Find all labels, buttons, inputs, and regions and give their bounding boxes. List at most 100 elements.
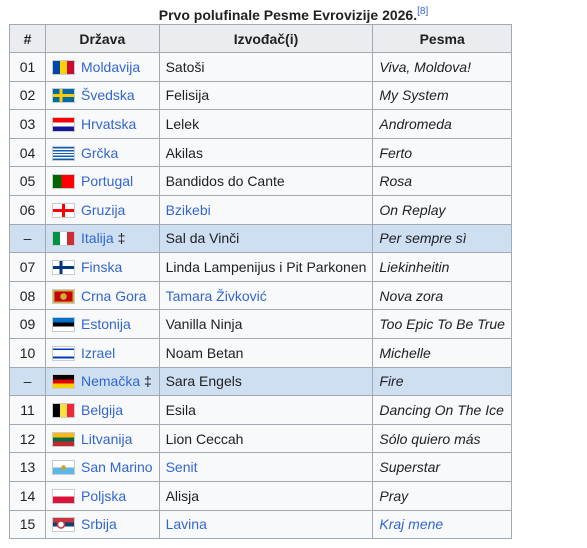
country-link[interactable]: Švedska bbox=[81, 87, 135, 103]
country-cell: Belgija bbox=[45, 395, 160, 425]
country-link[interactable]: Grčka bbox=[81, 145, 118, 161]
header-country[interactable]: Država bbox=[45, 24, 160, 53]
row-number: 03 bbox=[9, 109, 46, 139]
song-cell: Kraj mene bbox=[372, 509, 512, 540]
country-link[interactable]: Moldavija bbox=[81, 59, 140, 75]
autoqualifier-marker: ‡ bbox=[144, 373, 152, 390]
country-link[interactable]: Estonija bbox=[81, 316, 131, 332]
header-artist[interactable]: Izvođač(i) bbox=[158, 24, 374, 53]
row-number: 05 bbox=[9, 166, 46, 196]
croatia-flag-icon[interactable] bbox=[52, 116, 75, 132]
country-link[interactable]: Hrvatska bbox=[81, 116, 136, 132]
country-cell: Portugal bbox=[45, 166, 160, 196]
table-row: 01 Moldavija Satoši Viva, Moldova! bbox=[9, 52, 512, 82]
artist-cell: Vanilla Ninja bbox=[158, 309, 374, 339]
italy-flag-icon[interactable] bbox=[52, 231, 75, 247]
portugal-flag-icon[interactable] bbox=[52, 174, 75, 190]
table-row: – Nemačka ‡ Sara Engels Fire bbox=[9, 366, 512, 397]
artist-cell: Tamara Živković bbox=[158, 280, 374, 311]
reference-link[interactable]: [8] bbox=[417, 6, 428, 17]
country-cell: Švedska bbox=[45, 80, 160, 111]
header-num[interactable]: # bbox=[9, 24, 46, 53]
country-cell: Grčka bbox=[45, 137, 160, 168]
country-link[interactable]: Portugal bbox=[81, 173, 133, 189]
country-link[interactable]: Finska bbox=[81, 259, 122, 275]
country-link[interactable]: Litvanija bbox=[81, 431, 132, 447]
artist-cell: Lelek bbox=[158, 109, 374, 139]
country-link[interactable]: San Marino bbox=[81, 459, 153, 475]
finland-flag-icon[interactable] bbox=[52, 259, 75, 275]
germany-flag-icon[interactable] bbox=[52, 374, 75, 390]
song-link[interactable]: Kraj mene bbox=[379, 516, 443, 532]
serbia-flag-icon[interactable] bbox=[52, 517, 75, 533]
artist-link[interactable]: Tamara Živković bbox=[166, 288, 267, 304]
header-song[interactable]: Pesma bbox=[372, 24, 512, 53]
montenegro-flag-icon[interactable] bbox=[52, 288, 75, 304]
row-number: 10 bbox=[9, 337, 46, 368]
georgia-flag-icon[interactable] bbox=[52, 202, 75, 218]
country-cell: Poljska bbox=[45, 480, 160, 511]
country-link[interactable]: Gruzija bbox=[81, 202, 125, 218]
row-number: 02 bbox=[9, 80, 46, 111]
row-number: 15 bbox=[9, 509, 46, 540]
moldova-flag-icon[interactable] bbox=[52, 59, 75, 75]
country-link[interactable]: Italija bbox=[81, 230, 114, 246]
artist-link[interactable]: Bzikebi bbox=[166, 202, 211, 218]
table-row: 13 San Marino Senit Superstar bbox=[9, 452, 512, 482]
country-link[interactable]: Srbija bbox=[81, 516, 117, 532]
country-cell: Moldavija bbox=[45, 52, 160, 82]
artist-cell: Noam Betan bbox=[158, 337, 374, 368]
country-cell: Gruzija bbox=[45, 194, 160, 225]
country-link[interactable]: Crna Gora bbox=[81, 288, 146, 304]
artist-cell: Sal da Vinči bbox=[158, 223, 374, 254]
lithuania-flag-icon[interactable] bbox=[52, 431, 75, 447]
israel-flag-icon[interactable] bbox=[52, 345, 75, 361]
country-cell: San Marino bbox=[45, 452, 160, 482]
sweden-flag-icon[interactable] bbox=[52, 88, 75, 104]
greece-flag-icon[interactable] bbox=[52, 145, 75, 161]
table-row: 11 Belgija Esila Dancing On The Ice bbox=[9, 395, 512, 425]
song-cell: Rosa bbox=[372, 166, 512, 196]
country-link[interactable]: Belgija bbox=[81, 402, 123, 418]
country-cell: Finska bbox=[45, 252, 160, 282]
artist-link[interactable]: Senit bbox=[166, 459, 198, 475]
artist-link[interactable]: Lavina bbox=[166, 516, 207, 532]
table-row: 05 Portugal Bandidos do Cante Rosa bbox=[9, 166, 512, 196]
song-cell: Michelle bbox=[372, 337, 512, 368]
row-number: – bbox=[9, 223, 46, 254]
artist-cell: Sara Engels bbox=[158, 366, 374, 397]
artist-cell: Lavina bbox=[158, 509, 374, 540]
poland-flag-icon[interactable] bbox=[52, 488, 75, 504]
country-link[interactable]: Poljska bbox=[81, 488, 126, 504]
table-body: 01 Moldavija Satoši Viva, Moldova! 02 Švedska… bbox=[9, 52, 512, 540]
artist-cell: Bandidos do Cante bbox=[158, 166, 374, 196]
table-row: 14 Poljska Alisja Pray bbox=[9, 480, 512, 511]
song-cell: On Replay bbox=[372, 194, 512, 225]
song-cell: Liekinheitin bbox=[372, 252, 512, 282]
artist-cell: Linda Lampenijus i Pit Parkonen bbox=[158, 252, 374, 282]
autoqualifier-marker: ‡ bbox=[117, 230, 126, 247]
song-cell: Too Epic To Be True bbox=[372, 309, 512, 339]
song-cell: Per sempre sì bbox=[372, 223, 512, 254]
row-number: – bbox=[9, 366, 46, 397]
country-link[interactable]: Nemačka bbox=[81, 373, 140, 389]
row-number: 12 bbox=[9, 423, 46, 454]
song-cell: Nova zora bbox=[372, 280, 512, 311]
song-cell: Fire bbox=[372, 366, 512, 397]
country-cell: Litvanija bbox=[45, 423, 160, 454]
san-marino-flag-icon[interactable] bbox=[52, 460, 75, 476]
table-row: 03 Hrvatska Lelek Andromeda bbox=[9, 109, 512, 139]
song-cell: Viva, Moldova! bbox=[372, 52, 512, 82]
table-row: 09 Estonija Vanilla Ninja Too Epic To Be Tr… bbox=[9, 309, 512, 339]
song-cell: Ferto bbox=[372, 137, 512, 168]
belgium-flag-icon[interactable] bbox=[52, 402, 75, 418]
country-cell: Italija ‡ bbox=[45, 223, 160, 254]
table-row: 12 Litvanija Lion Ceccah Sólo quiero más bbox=[9, 423, 512, 454]
song-cell: Andromeda bbox=[372, 109, 512, 139]
country-cell: Nemačka ‡ bbox=[45, 366, 160, 397]
country-link[interactable]: Izrael bbox=[81, 345, 115, 361]
artist-cell: Esila bbox=[158, 395, 374, 425]
row-number: 07 bbox=[9, 252, 46, 282]
table-caption: Prvo polufinale Pesme Evrovizije 2026.[8… bbox=[0, 2, 587, 25]
estonia-flag-icon[interactable] bbox=[52, 317, 75, 333]
